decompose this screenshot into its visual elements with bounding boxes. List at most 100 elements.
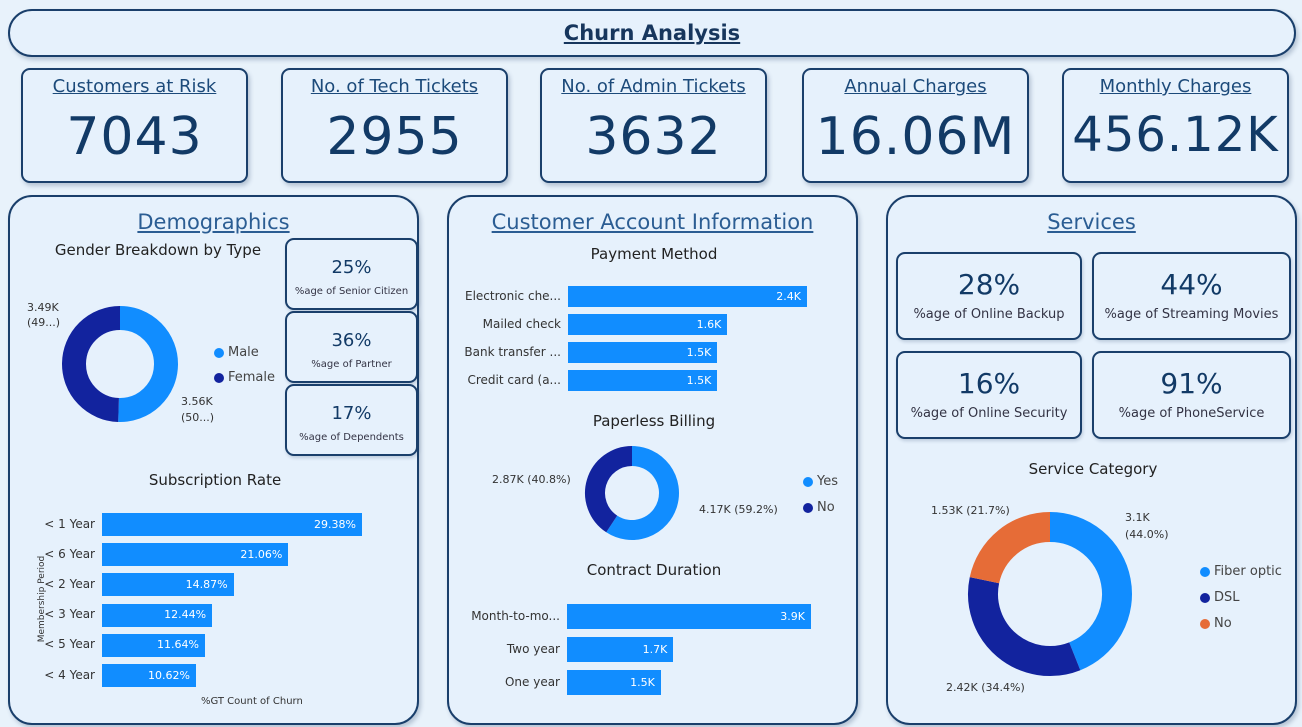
kpi-label: Annual Charges <box>844 76 987 97</box>
axis-label-y: Membership Period <box>37 555 47 643</box>
chart-title: Paperless Billing <box>592 412 716 430</box>
data-label: 2.87K (40.8%) <box>492 473 571 486</box>
legend-label: Fiber optic <box>1214 564 1282 579</box>
legend-dot-icon <box>1200 566 1210 577</box>
legend-item-yes[interactable]: Yes <box>803 474 838 489</box>
data-label: 3.49K <box>27 301 59 314</box>
data-label: 3.56K <box>181 395 213 408</box>
kpi-label: No. of Tech Tickets <box>310 76 479 97</box>
bar-value-label: 1.6K <box>696 317 722 331</box>
donut-slice-fiber-optic[interactable] <box>1049 512 1132 671</box>
chart-title: Contract Duration <box>586 561 722 579</box>
chart-title: Service Category <box>1028 460 1158 478</box>
bar-category-label: Month-to-mo... <box>471 608 560 623</box>
bar-value-label: 21.06% <box>240 547 283 561</box>
kpi-label: Customers at Risk <box>52 76 217 97</box>
chart-title: Subscription Rate <box>148 471 282 489</box>
card-dependents: 17% %age of Dependents <box>285 384 418 456</box>
bar-category-label: < 5 Year <box>44 637 95 652</box>
card-partner: 36% %age of Partner <box>285 311 418 383</box>
legend-label: No <box>817 500 835 515</box>
legend-item-dsl[interactable]: DSL <box>1200 590 1240 605</box>
bar-category-label: < 6 Year <box>44 546 95 561</box>
legend-label: No <box>1214 616 1232 631</box>
card-caption: %age of Online Backup <box>913 307 1065 322</box>
legend-dot-icon <box>1200 618 1210 629</box>
card-online-backup: 28% %age of Online Backup <box>896 252 1082 340</box>
services-section: Services 28% %age of Online Backup 44% %… <box>886 195 1297 725</box>
legend-label: Male <box>228 345 259 360</box>
legend-item-female[interactable]: Female <box>214 370 275 385</box>
card-value: 91% <box>1160 367 1223 400</box>
section-title: Customer Account Information <box>491 210 814 234</box>
bar-value-label: 2.4K <box>776 289 801 303</box>
bar-value-label: 11.64% <box>157 638 199 652</box>
card-value: 17% <box>331 403 372 424</box>
page-title: Churn Analysis <box>563 21 741 45</box>
legend-item-no[interactable]: No <box>1200 616 1232 631</box>
legend-label: DSL <box>1214 590 1240 605</box>
donut-slice-no[interactable] <box>969 512 1051 584</box>
bar-category-label: < 2 Year <box>44 576 95 591</box>
donut-slice-no[interactable] <box>585 446 633 533</box>
gender-donut-chart <box>62 306 178 422</box>
bar-category-label: < 1 Year <box>44 516 95 531</box>
donut-slice-male[interactable] <box>118 306 178 422</box>
donut-slice-female[interactable] <box>62 306 121 422</box>
card-caption: %age of Streaming Movies <box>1104 307 1279 322</box>
title-bar: Churn Analysis <box>8 9 1296 57</box>
bar-value-label: 10.62% <box>148 668 190 682</box>
donut-slice-dsl[interactable] <box>968 577 1081 676</box>
legend-dot-icon <box>803 502 813 513</box>
card-caption: %age of Partner <box>311 359 392 370</box>
card-streaming-movies: 44% %age of Streaming Movies <box>1092 252 1291 340</box>
bar-category-label: Electronic che... <box>465 288 561 303</box>
kpi-card-monthly-charges: Monthly Charges 456.12K <box>1062 68 1289 183</box>
kpi-label: Monthly Charges <box>1099 76 1252 97</box>
kpi-card-tech-tickets: No. of Tech Tickets 2955 <box>281 68 508 183</box>
section-title: Demographics <box>137 210 290 234</box>
card-caption: %age of PhoneService <box>1118 406 1265 421</box>
bar-category-label: Mailed check <box>482 316 561 331</box>
bar-value-label: 12.44% <box>164 608 207 622</box>
bar-value-label: 29.38% <box>314 517 356 531</box>
card-phone-service: 91% %age of PhoneService <box>1092 351 1291 439</box>
data-label: 1.53K (21.7%) <box>931 504 1010 517</box>
service-category-donut-chart <box>968 512 1132 676</box>
bar-value-label: 3.9K <box>780 609 805 623</box>
bar-value-label: 14.87% <box>185 577 228 591</box>
kpi-label: No. of Admin Tickets <box>561 76 746 97</box>
kpi-value: 2955 <box>326 107 463 167</box>
legend-label: Female <box>228 370 276 385</box>
bar-category-label: Two year <box>506 641 560 656</box>
legend-item-fiber-optic[interactable]: Fiber optic <box>1200 564 1282 579</box>
card-caption: %age of Senior Citizen <box>294 286 409 297</box>
bar-category-label: < 3 Year <box>44 607 95 622</box>
bar-value-label: 1.5K <box>630 675 655 689</box>
axis-label-x: %GT Count of Churn <box>201 696 303 707</box>
card-value: 25% <box>331 257 372 278</box>
card-value: 36% <box>331 330 372 351</box>
legend-item-male[interactable]: Male <box>214 345 259 360</box>
account-section: Customer Account Information Payment Met… <box>447 195 858 725</box>
legend-label: Yes <box>817 474 838 489</box>
kpi-card-customers-at-risk: Customers at Risk 7043 <box>21 68 248 183</box>
bar-category-label: Bank transfer ... <box>464 344 561 359</box>
legend-item-no[interactable]: No <box>803 500 835 515</box>
bar-value-label: 1.5K <box>686 373 712 387</box>
card-value: 28% <box>957 268 1021 301</box>
chart-title: Gender Breakdown by Type <box>54 241 262 259</box>
card-senior-citizen: 25% %age of Senior Citizen <box>285 238 418 310</box>
data-label: 3.1K <box>1125 511 1150 524</box>
kpi-value: 7043 <box>66 107 203 167</box>
bar-category-label: < 4 Year <box>44 667 95 682</box>
bar-category-label: Credit card (a... <box>467 372 562 387</box>
kpi-card-admin-tickets: No. of Admin Tickets 3632 <box>540 68 767 183</box>
data-label: (49...) <box>27 316 61 329</box>
section-title: Services <box>1047 210 1136 234</box>
legend-dot-icon <box>214 347 224 358</box>
demographics-section: Demographics Gender Breakdown by Type 3.… <box>8 195 419 725</box>
card-value: 44% <box>1160 268 1223 301</box>
data-label: 2.42K (34.4%) <box>946 681 1025 694</box>
bar-category-label: One year <box>504 674 560 689</box>
